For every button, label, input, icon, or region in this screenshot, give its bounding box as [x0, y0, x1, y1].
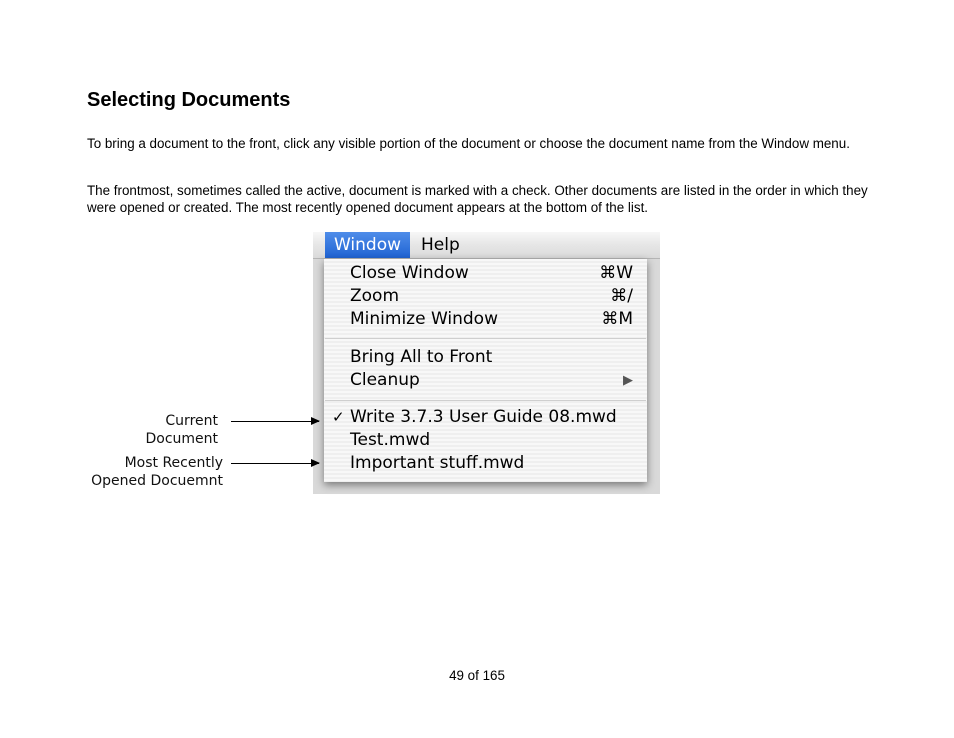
menu-item-label: Bring All to Front [350, 347, 493, 367]
menu-item-minimize-window[interactable]: Minimize Window ⌘M [324, 308, 647, 331]
menu-separator [325, 400, 646, 401]
frontmost-paragraph: The frontmost, sometimes called the acti… [87, 183, 868, 215]
menu-item-label: Minimize Window [350, 309, 498, 329]
page-heading: Selecting Documents [87, 89, 291, 111]
menu-bar: Window Help [313, 232, 660, 259]
checkmark-icon: ✓ [332, 408, 345, 426]
menu-item-label: Test.mwd [350, 430, 431, 450]
menu-separator [325, 338, 646, 339]
menu-item-label: Write 3.7.3 User Guide 08.mwd [350, 407, 617, 427]
menu-item-cleanup[interactable]: Cleanup ▶ [324, 369, 647, 392]
menu-item-close-window[interactable]: Close Window ⌘W [324, 262, 647, 285]
shortcut-label: ⌘M [601, 309, 633, 329]
submenu-arrow-icon: ▶ [623, 373, 633, 388]
callout-line: Opened Docuemnt [91, 473, 223, 489]
window-menu-title[interactable]: Window [325, 232, 411, 258]
callout-arrow [231, 417, 320, 425]
intro-paragraph: To bring a document to the front, click … [87, 136, 850, 151]
most-recent-callout: Most Recently Opened Docuemnt [90, 454, 223, 490]
help-menu-title[interactable]: Help [412, 232, 469, 258]
menu-item-label: Important stuff.mwd [350, 453, 525, 473]
menu-item-label: Cleanup [350, 370, 420, 390]
menu-item-label: Zoom [350, 286, 400, 306]
shortcut-label: ⌘W [599, 263, 633, 283]
window-menu-screenshot: Window Help Close Window ⌘W Zoom ⌘/ Mini… [313, 232, 660, 494]
callout-arrow [231, 459, 320, 467]
callout-line: Most Recently [124, 455, 223, 471]
page-number: 49 of 165 [449, 668, 505, 683]
menu-item-label: Close Window [350, 263, 469, 283]
window-menu-dropdown: Close Window ⌘W Zoom ⌘/ Minimize Window … [324, 259, 647, 482]
menu-item-document-most-recent[interactable]: Important stuff.mwd [324, 452, 647, 475]
shortcut-label: ⌘/ [610, 286, 633, 306]
current-document-callout: Current Document [145, 413, 218, 447]
menu-item-zoom[interactable]: Zoom ⌘/ [324, 285, 647, 308]
menu-item-document-current[interactable]: ✓ Write 3.7.3 User Guide 08.mwd [324, 406, 647, 429]
menu-item-document[interactable]: Test.mwd [324, 429, 647, 452]
menu-item-bring-all-to-front[interactable]: Bring All to Front [324, 346, 647, 369]
